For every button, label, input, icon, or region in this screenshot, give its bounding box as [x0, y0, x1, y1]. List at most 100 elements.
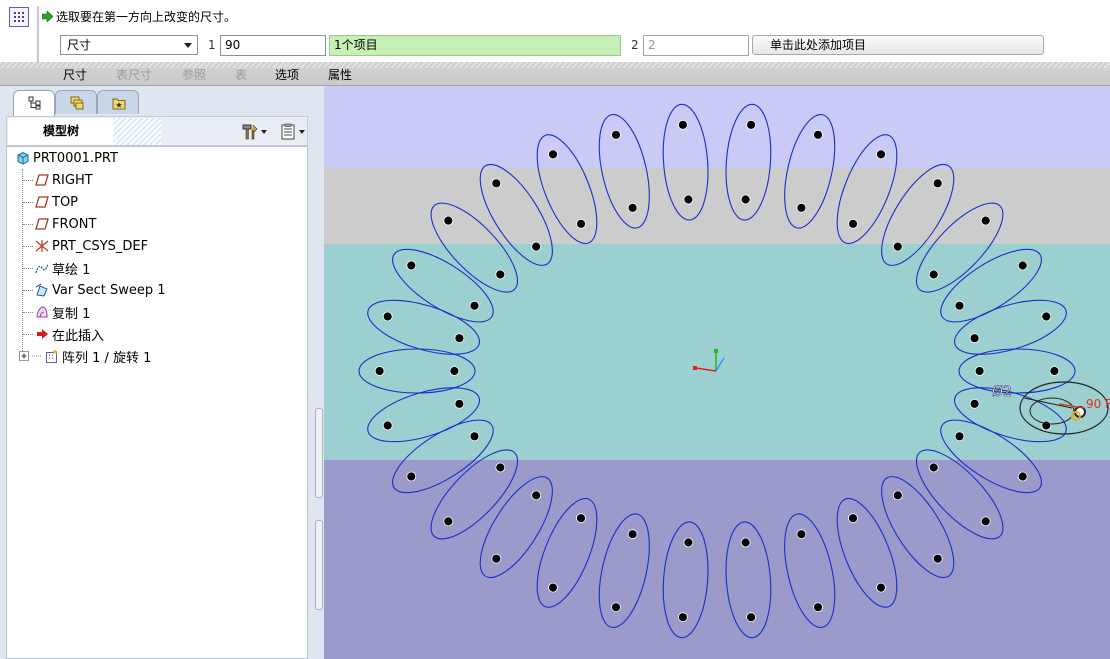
pattern-instance-dot[interactable]: [740, 194, 751, 205]
pattern-instance-dot[interactable]: [969, 333, 980, 344]
tree-item-insert-here[interactable]: 在此插入: [35, 325, 104, 344]
sash-grip[interactable]: [315, 408, 323, 498]
tab-references[interactable]: 参照: [182, 66, 206, 83]
pattern-instance-dot[interactable]: [406, 260, 417, 271]
tree-settings-button[interactable]: [241, 123, 267, 141]
pattern-instance-dot[interactable]: [454, 333, 465, 344]
tree-branch: [23, 180, 33, 181]
pattern-instance-dot[interactable]: [548, 582, 558, 593]
green-arrow-icon: [42, 11, 53, 22]
pattern-instance-dot[interactable]: [677, 119, 688, 130]
pattern-type-value: 尺寸: [67, 38, 92, 52]
pattern-instance-dot[interactable]: [576, 513, 586, 524]
pattern-instance-dot[interactable]: [932, 178, 943, 189]
pattern-instance-dot[interactable]: [980, 516, 991, 527]
pattern-instance-dot[interactable]: [746, 119, 757, 130]
pattern-instance-dot[interactable]: [627, 202, 638, 213]
pattern-instance-dot[interactable]: [576, 218, 586, 229]
tree-show-button[interactable]: [279, 123, 305, 141]
pattern-instance-dot[interactable]: [796, 529, 807, 540]
diameter-dim-label[interactable]: Ø2: [992, 384, 1013, 401]
graphics-window[interactable]: Ø2 90 RO: [324, 86, 1110, 659]
tab-tables[interactable]: 表: [235, 66, 247, 83]
pattern-instance-dot[interactable]: [469, 431, 480, 442]
pattern-instance-dot[interactable]: [1017, 260, 1028, 271]
tree-item-pattern[interactable]: 阵列 1 / 旋转 1: [19, 347, 151, 366]
pattern-type-select[interactable]: 尺寸: [60, 35, 198, 55]
pattern-instance-dot[interactable]: [627, 529, 638, 540]
pattern-instance-dot[interactable]: [928, 269, 939, 280]
tree-item-sweep[interactable]: Var Sect Sweep 1: [35, 281, 166, 299]
direction2-collector-button[interactable]: 单击此处添加项目: [752, 35, 1044, 55]
tab-layer-tree[interactable]: [55, 90, 97, 114]
tab-favorites[interactable]: [97, 90, 139, 114]
tab-properties[interactable]: 属性: [328, 66, 352, 83]
pattern-instance-dot[interactable]: [1049, 366, 1060, 376]
pattern-instance-dot[interactable]: [382, 311, 393, 322]
pattern-instance-dot[interactable]: [848, 513, 858, 524]
pattern-instance-dot[interactable]: [443, 215, 454, 226]
angle-dim-label[interactable]: 90 RO: [1086, 397, 1110, 411]
pattern-instance-dot[interactable]: [611, 602, 621, 613]
pattern-instance-dot[interactable]: [454, 398, 465, 409]
pattern-instance-dot[interactable]: [969, 398, 980, 409]
pattern-instance-dot[interactable]: [683, 537, 694, 548]
tree-item-copy[interactable]: 复制 1: [35, 303, 90, 322]
tree-item-top[interactable]: TOP: [35, 193, 78, 211]
pattern-instance-dot[interactable]: [677, 612, 688, 623]
sash-grip[interactable]: [315, 520, 323, 610]
tab-table-dimensions[interactable]: 表尺寸: [116, 66, 152, 83]
pattern-instance-dot[interactable]: [740, 537, 751, 548]
pattern-instance-dot[interactable]: [928, 462, 939, 473]
pattern-instance-dot[interactable]: [876, 582, 886, 593]
direction1-count-input[interactable]: 90: [220, 35, 326, 56]
pattern-instance-dot[interactable]: [443, 516, 454, 527]
pattern-instance-dot[interactable]: [495, 462, 506, 473]
pattern-instance-dot[interactable]: [382, 420, 393, 431]
model-viewport[interactable]: Ø2 90 RO: [324, 86, 1110, 659]
pattern-instance-dot[interactable]: [611, 129, 621, 140]
tree-item-sketch[interactable]: 草绘 1: [35, 259, 90, 278]
pattern-instance-dot[interactable]: [374, 366, 385, 376]
tab-dimensions[interactable]: 尺寸: [63, 66, 87, 83]
pattern-instance-dot[interactable]: [954, 431, 965, 442]
tree-item-front[interactable]: FRONT: [35, 215, 96, 233]
pattern-icon: [9, 7, 29, 27]
tree-item-right[interactable]: RIGHT: [35, 171, 93, 189]
model-tree-title: 模型树: [8, 118, 114, 145]
pattern-instance-dot[interactable]: [848, 218, 858, 229]
pattern-instance-dot[interactable]: [531, 490, 542, 501]
pattern-instance-dot[interactable]: [892, 241, 903, 252]
tree-item-csys[interactable]: PRT_CSYS_DEF: [35, 237, 148, 255]
pattern-instance-dot[interactable]: [954, 300, 965, 311]
pattern-instance-dot[interactable]: [531, 241, 542, 252]
pattern-instance-dot[interactable]: [746, 612, 757, 623]
navigator-sash[interactable]: [310, 86, 324, 659]
pattern-instance-dot[interactable]: [406, 471, 417, 482]
tab-model-tree[interactable]: [13, 90, 55, 117]
pattern-instance-dot[interactable]: [449, 366, 460, 376]
pattern-instance-dot[interactable]: [876, 149, 886, 160]
pattern-instance-dot[interactable]: [1017, 471, 1028, 482]
model-tree: PRT0001.PRT RIGHT TOP FRONT PRT_CSYS_DEF…: [6, 146, 308, 659]
pattern-instance-dot[interactable]: [813, 129, 823, 140]
tab-options[interactable]: 选项: [275, 66, 299, 83]
pattern-instance-dot[interactable]: [491, 178, 502, 189]
pattern-instance-dot[interactable]: [683, 194, 694, 205]
pattern-instance-dot[interactable]: [813, 602, 823, 613]
pattern-instance-dot[interactable]: [491, 553, 502, 564]
pattern-instance-dot[interactable]: [469, 300, 480, 311]
tree-root-node[interactable]: PRT0001.PRT: [16, 149, 118, 167]
pattern-instance-dot[interactable]: [892, 490, 903, 501]
pattern-instance-dot[interactable]: [974, 366, 985, 376]
pattern-instance-dot[interactable]: [495, 269, 506, 280]
pattern-instance-dot[interactable]: [1041, 311, 1052, 322]
pattern-instance-dot[interactable]: [796, 202, 807, 213]
pattern-instance-dot[interactable]: [932, 553, 943, 564]
pattern-instance-dot[interactable]: [1041, 420, 1052, 431]
pattern-instance-dot[interactable]: [548, 149, 558, 160]
direction2-count-input[interactable]: 2: [643, 35, 749, 56]
expand-plus-icon[interactable]: [19, 351, 29, 361]
pattern-instance-dot[interactable]: [980, 215, 991, 226]
direction1-collector[interactable]: 1个项目: [329, 35, 621, 56]
